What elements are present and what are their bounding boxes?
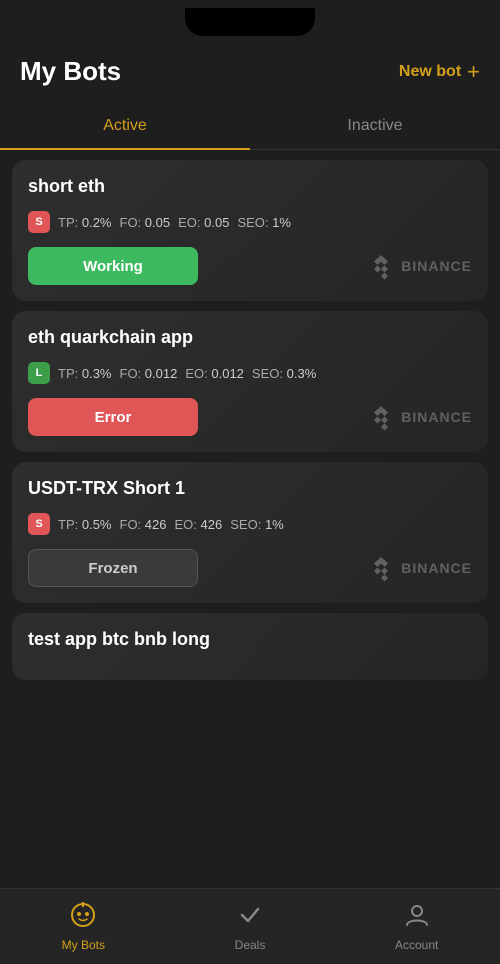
bot-param-eo-2: EO: 0.012 [185,366,244,381]
bot-param-fo-2: FO: 0.012 [120,366,178,381]
binance-logo-1: BINANCE [367,252,472,280]
bot-card-3[interactable]: USDT-TRX Short 1 S TP: 0.5% FO: 426 EO: … [12,462,488,603]
bot-param-seo-2: SEO: 0.3% [252,366,316,381]
binance-logo-2: BINANCE [367,403,472,431]
page-title: My Bots [20,56,121,87]
bot-footer-3: Frozen BINANCE [28,549,472,587]
binance-text-1: BINANCE [401,258,472,274]
check-icon [237,902,263,934]
bot-params-3: S TP: 0.5% FO: 426 EO: 426 SEO: 1% [28,513,472,535]
bottom-nav: My Bots Deals Account [0,888,500,964]
bot-param-eo-1: EO: 0.05 [178,215,229,230]
bot-card-2[interactable]: eth quarkchain app L TP: 0.3% FO: 0.012 … [12,311,488,452]
bot-params-2: L TP: 0.3% FO: 0.012 EO: 0.012 SEO: 0.3% [28,362,472,384]
nav-item-deals[interactable]: Deals [167,894,334,960]
new-bot-plus-icon: + [467,59,480,85]
bot-status-btn-2[interactable]: Error [28,398,198,436]
bot-param-tp-3: TP: 0.5% [58,517,112,532]
bot-param-tp-2: TP: 0.3% [58,366,112,381]
bot-param-fo-3: FO: 426 [120,517,167,532]
bots-list: short eth S TP: 0.2% FO: 0.05 EO: 0.05 S… [0,150,500,776]
nav-label-my-bots: My Bots [62,938,105,952]
bot-card-4[interactable]: test app btc bnb long [12,613,488,680]
bot-name-3: USDT-TRX Short 1 [28,478,472,499]
header: My Bots New bot + [0,44,500,103]
binance-logo-3: BINANCE [367,554,472,582]
nav-item-my-bots[interactable]: My Bots [0,894,167,960]
binance-text-3: BINANCE [401,560,472,576]
bot-name-2: eth quarkchain app [28,327,472,348]
bot-status-btn-3[interactable]: Frozen [28,549,198,587]
bot-status-btn-1[interactable]: Working [28,247,198,285]
bot-param-seo-1: SEO: 1% [237,215,291,230]
bot-footer-1: Working BINANCE [28,247,472,285]
tab-inactive[interactable]: Inactive [250,103,500,149]
bot-type-badge-3: S [28,513,50,535]
notch [185,8,315,36]
tab-active[interactable]: Active [0,103,250,149]
nav-label-account: Account [395,938,438,952]
bot-param-seo-3: SEO: 1% [230,517,284,532]
bot-param-tp-1: TP: 0.2% [58,215,112,230]
bot-card-1[interactable]: short eth S TP: 0.2% FO: 0.05 EO: 0.05 S… [12,160,488,301]
bot-param-eo-3: EO: 426 [175,517,223,532]
bot-name-1: short eth [28,176,472,197]
bot-type-badge-1: S [28,211,50,233]
bot-name-4: test app btc bnb long [28,629,472,650]
new-bot-label: New bot [399,63,461,81]
tabs-container: Active Inactive [0,103,500,150]
person-icon [404,902,430,934]
bot-params-1: S TP: 0.2% FO: 0.05 EO: 0.05 SEO: 1% [28,211,472,233]
bot-type-badge-2: L [28,362,50,384]
nav-label-deals: Deals [235,938,266,952]
robot-icon [70,902,96,934]
binance-text-2: BINANCE [401,409,472,425]
nav-item-account[interactable]: Account [333,894,500,960]
status-bar [0,0,500,44]
bot-param-fo-1: FO: 0.05 [120,215,171,230]
new-bot-button[interactable]: New bot + [399,59,480,85]
phone-shell: My Bots New bot + Active Inactive short … [0,0,500,964]
bot-footer-2: Error BINANCE [28,398,472,436]
